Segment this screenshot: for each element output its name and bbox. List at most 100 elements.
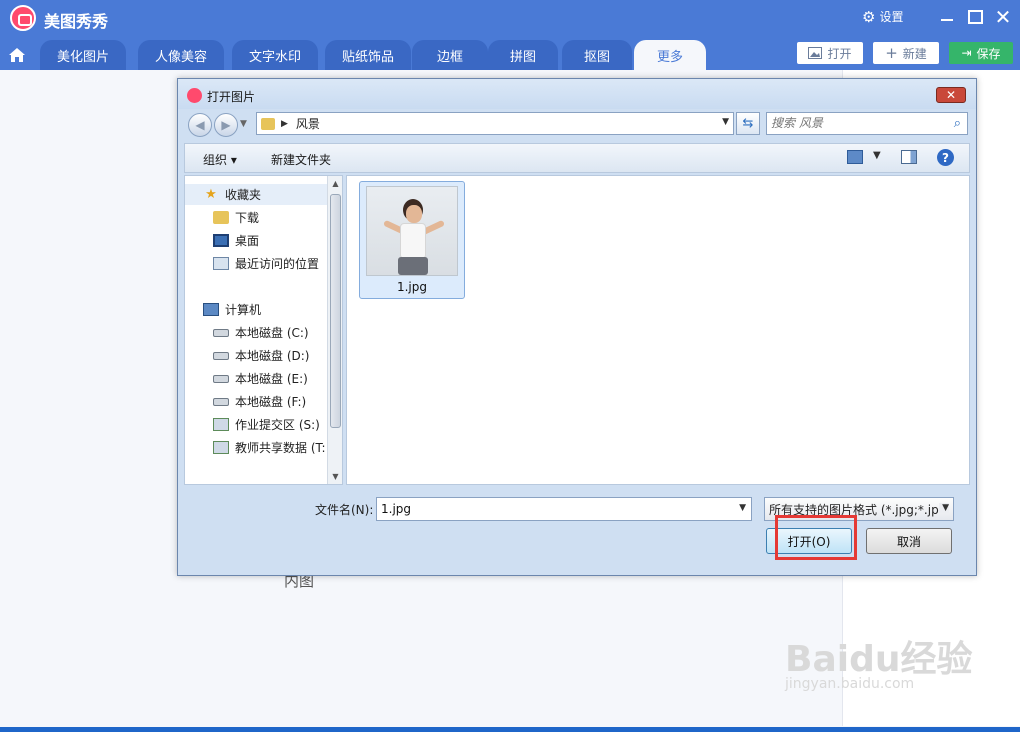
nav-drive-f[interactable]: 本地磁盘 (F:) bbox=[185, 391, 327, 412]
search-box[interactable]: ⌕ bbox=[766, 112, 968, 135]
tab-bar: 美化图片 人像美容 文字水印 贴纸饰品 边框 拼图 抠图 更多 打开 + 新建 … bbox=[0, 36, 1020, 70]
new-button[interactable]: + 新建 bbox=[873, 42, 939, 64]
forward-button[interactable]: ▶ bbox=[214, 113, 238, 137]
nav-computer-label: 计算机 bbox=[225, 303, 262, 317]
tab-portrait[interactable]: 人像美容 bbox=[138, 40, 224, 70]
recent-places-icon bbox=[213, 257, 229, 270]
refresh-button[interactable]: ⇆ bbox=[736, 112, 760, 135]
nav-drive-label: 作业提交区 (S:) bbox=[235, 418, 320, 432]
refresh-icon: ⇆ bbox=[742, 116, 754, 131]
nav-favorites[interactable]: ★ 收藏夹 bbox=[185, 184, 327, 205]
watermark-url: jingyan.baidu.com bbox=[785, 676, 915, 692]
search-input[interactable] bbox=[771, 116, 941, 130]
nav-item-recent[interactable]: 最近访问的位置 bbox=[185, 253, 327, 274]
save-button[interactable]: ⇥ 保存 bbox=[949, 42, 1013, 64]
app-title: 美图秀秀 bbox=[44, 12, 109, 31]
nav-drive-d[interactable]: 本地磁盘 (D:) bbox=[185, 345, 327, 366]
nav-item-downloads[interactable]: 下载 bbox=[185, 207, 327, 228]
nav-drive-c[interactable]: 本地磁盘 (C:) bbox=[185, 322, 327, 343]
nav-item-label: 最近访问的位置 bbox=[235, 257, 320, 271]
tab-stickers[interactable]: 贴纸饰品 bbox=[325, 40, 411, 70]
filename-input[interactable] bbox=[381, 502, 721, 516]
dialog-title: 打开图片 bbox=[207, 90, 256, 104]
back-arrow-icon: ◀ bbox=[195, 118, 205, 132]
drive-icon bbox=[213, 397, 229, 406]
maximize-button[interactable] bbox=[964, 6, 986, 28]
forward-arrow-icon: ▶ bbox=[221, 118, 231, 132]
taskbar bbox=[0, 727, 1020, 732]
computer-icon bbox=[203, 303, 219, 316]
watermark-brand: Baidu经验 bbox=[785, 639, 973, 680]
history-dropdown-icon[interactable]: ▼ bbox=[240, 119, 247, 129]
tab-collage[interactable]: 拼图 bbox=[488, 40, 558, 70]
nav-drive-label: 本地磁盘 (E:) bbox=[235, 372, 308, 386]
star-icon: ★ bbox=[205, 187, 217, 202]
home-button[interactable] bbox=[2, 40, 32, 70]
cancel-button[interactable]: 取消 bbox=[866, 528, 952, 554]
filename-label: 文件名(N): bbox=[315, 503, 374, 517]
command-bar: 组织 ▾ 新建文件夹 ▼ ? bbox=[184, 143, 970, 173]
back-button[interactable]: ◀ bbox=[188, 113, 212, 137]
nav-computer[interactable]: 计算机 bbox=[185, 299, 327, 320]
folder-icon bbox=[213, 211, 229, 224]
nav-item-desktop[interactable]: 桌面 bbox=[185, 230, 327, 251]
nav-drive-label: 本地磁盘 (C:) bbox=[235, 326, 309, 340]
address-dropdown-icon[interactable]: ▼ bbox=[722, 117, 729, 127]
open-label: 打开 bbox=[827, 46, 852, 61]
drive-icon bbox=[213, 374, 229, 383]
dialog-app-icon bbox=[187, 88, 202, 103]
preview-pane-icon[interactable] bbox=[901, 150, 917, 164]
drive-c-icon bbox=[213, 328, 229, 337]
tab-text-watermark[interactable]: 文字水印 bbox=[232, 40, 318, 70]
save-label: 保存 bbox=[976, 46, 1001, 61]
view-dropdown-icon[interactable]: ▼ bbox=[873, 150, 881, 161]
nav-scrollbar[interactable]: ▲ ▼ bbox=[327, 176, 342, 484]
change-view-icon[interactable] bbox=[847, 150, 863, 164]
dialog-close-button[interactable]: ✕ bbox=[936, 87, 966, 103]
filename-combobox[interactable]: ▼ bbox=[376, 497, 752, 521]
organize-button[interactable]: 组织 ▾ bbox=[203, 151, 237, 168]
nav-item-label: 下载 bbox=[235, 211, 260, 225]
close-window-button[interactable]: ✕ bbox=[992, 5, 1014, 29]
address-path[interactable]: 风景 bbox=[296, 115, 320, 132]
file-item[interactable]: 1.jpg bbox=[359, 181, 465, 299]
nav-drive-s[interactable]: 作业提交区 (S:) bbox=[185, 414, 327, 435]
nav-item-label: 桌面 bbox=[235, 234, 260, 248]
tab-cutout[interactable]: 抠图 bbox=[562, 40, 632, 70]
folder-icon bbox=[261, 117, 275, 130]
nav-drive-e[interactable]: 本地磁盘 (E:) bbox=[185, 368, 327, 389]
address-bar[interactable]: ▶ 风景 ▼ bbox=[256, 112, 734, 135]
network-drive-icon bbox=[213, 441, 229, 454]
open-button[interactable]: 打开 bbox=[797, 42, 863, 64]
network-drive-icon bbox=[213, 418, 229, 431]
desktop-icon bbox=[213, 234, 229, 247]
open-image-dialog: 打开图片 ✕ ◀ ▶ ▼ ▶ 风景 ▼ ⇆ ⌕ 组织 ▾ 新建文件夹 ▼ ? ★… bbox=[177, 78, 977, 576]
file-name-label: 1.jpg bbox=[396, 280, 428, 294]
settings-label: 设置 bbox=[879, 10, 904, 24]
filetype-dropdown-icon[interactable]: ▼ bbox=[939, 503, 949, 513]
minimize-button[interactable] bbox=[936, 6, 958, 28]
app-logo-icon bbox=[10, 5, 36, 31]
scroll-down-icon[interactable]: ▼ bbox=[328, 469, 343, 484]
new-label: 新建 bbox=[902, 46, 927, 61]
app-titlebar: 美图秀秀 ⚙ 设置 ✕ bbox=[0, 0, 1020, 36]
filename-dropdown-icon[interactable]: ▼ bbox=[739, 503, 746, 513]
search-icon[interactable]: ⌕ bbox=[954, 116, 961, 131]
image-icon bbox=[808, 47, 823, 59]
tab-border[interactable]: 边框 bbox=[412, 40, 488, 70]
breadcrumb-arrow-icon[interactable]: ▶ bbox=[281, 119, 288, 129]
navigation-pane: ★ 收藏夹 下载 桌面 最近访问的位置 计算机 本地磁盘 (C:) 本地磁盘 (… bbox=[184, 175, 343, 485]
nav-drive-label: 本地磁盘 (F:) bbox=[235, 395, 307, 409]
nav-drive-t[interactable]: 教师共享数据 (T: bbox=[185, 437, 327, 458]
help-icon[interactable]: ? bbox=[937, 149, 954, 166]
scroll-up-icon[interactable]: ▲ bbox=[328, 176, 343, 191]
annotation-highlight-box bbox=[775, 515, 857, 560]
settings-button[interactable]: ⚙ 设置 bbox=[862, 8, 903, 25]
scroll-thumb[interactable] bbox=[330, 194, 341, 428]
nav-drive-label: 教师共享数据 (T: bbox=[235, 441, 326, 455]
nav-drive-label: 本地磁盘 (D:) bbox=[235, 349, 310, 363]
tab-beautify[interactable]: 美化图片 bbox=[40, 40, 126, 70]
export-icon: ⇥ bbox=[961, 46, 972, 60]
new-folder-button[interactable]: 新建文件夹 bbox=[271, 151, 331, 168]
tab-more[interactable]: 更多 bbox=[634, 40, 706, 70]
